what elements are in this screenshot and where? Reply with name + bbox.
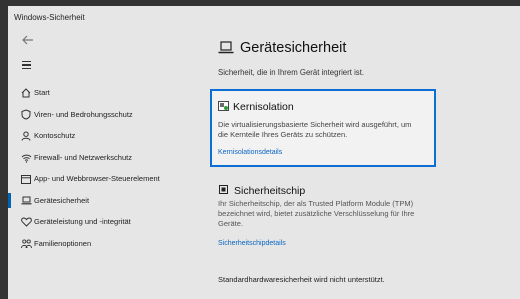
chip-check-icon: [218, 98, 229, 116]
main-content: Gerätesicherheit Sicherheit, die in Ihre…: [210, 6, 520, 299]
sidebar-item-label: Firewall- und Netzwerkschutz: [34, 152, 132, 162]
sidebar-item-firewall[interactable]: Firewall- und Netzwerkschutz: [8, 147, 198, 169]
app-window: Windows-Sicherheit Start Viren- und Bedr…: [8, 6, 520, 299]
family-icon: [20, 238, 32, 250]
security-chip-section: Sicherheitschip Ihr Sicherheitschip, der…: [218, 182, 414, 247]
heart-icon: [20, 216, 32, 228]
core-isolation-description: Die virtualisierungsbasierte Sicherheit …: [218, 120, 412, 139]
security-chip-title: Sicherheitschip: [234, 185, 306, 197]
sidebar-item-label: Start: [34, 88, 50, 97]
sidebar-item-account-protection[interactable]: Kontoschutz: [8, 125, 198, 147]
sidebar-item-label: Viren- und Bedrohungsschutz: [34, 109, 133, 119]
hamburger-icon[interactable]: [22, 59, 38, 71]
window-title: Windows-Sicherheit: [14, 13, 85, 22]
sidebar-item-label: App- und Webbrowser-Steuerelement: [34, 174, 160, 183]
security-chip-description: Ihr Sicherheitschip, der als Trusted Pla…: [218, 199, 415, 228]
sidebar-item-device-performance[interactable]: Geräteleistung und -integrität: [8, 211, 198, 233]
sidebar-item-family-options[interactable]: Familienoptionen: [8, 233, 198, 255]
sidebar-nav: Start Viren- und Bedrohungsschutz Kontos…: [8, 82, 198, 254]
browser-icon: [20, 173, 32, 185]
page-header: Gerätesicherheit: [218, 40, 346, 56]
sidebar-item-device-security[interactable]: Gerätesicherheit: [8, 190, 198, 212]
core-isolation-title: Kernisolation: [233, 101, 294, 113]
sidebar-item-label: Geräteleistung und -integrität: [34, 217, 131, 226]
hardware-security-status: Standardhardwaresicherheit wird nicht un…: [218, 275, 385, 284]
core-isolation-details-link[interactable]: Kernisolationsdetails: [218, 149, 282, 156]
person-icon: [20, 130, 32, 142]
sidebar-item-start[interactable]: Start: [8, 82, 198, 104]
core-isolation-header: Kernisolation: [218, 98, 294, 116]
security-chip-header: Sicherheitschip: [218, 182, 305, 200]
sidebar-item-label: Kontoschutz: [34, 131, 76, 140]
core-isolation-card: Kernisolation Die virtualisierungsbasier…: [210, 89, 436, 167]
page-title: Gerätesicherheit: [240, 40, 347, 56]
sidebar-item-virus-protection[interactable]: Viren- und Bedrohungsschutz: [8, 104, 198, 126]
laptop-icon: [218, 41, 234, 55]
sidebar-item-label: Familienoptionen: [34, 238, 92, 248]
sidebar-item-app-browser-control[interactable]: App- und Webbrowser-Steuerelement: [8, 168, 198, 190]
home-icon: [20, 87, 32, 99]
sidebar-item-label: Gerätesicherheit: [34, 195, 90, 205]
wifi-icon: [20, 152, 32, 164]
laptop-icon: [20, 195, 32, 207]
security-chip-details-link[interactable]: Sicherheitschipdetails: [218, 240, 286, 247]
shield-icon: [20, 109, 32, 121]
page-subtitle: Sicherheit, die in Ihrem Gerät integrier…: [218, 68, 365, 77]
back-arrow-icon[interactable]: [22, 34, 42, 50]
chip-icon: [218, 182, 229, 200]
